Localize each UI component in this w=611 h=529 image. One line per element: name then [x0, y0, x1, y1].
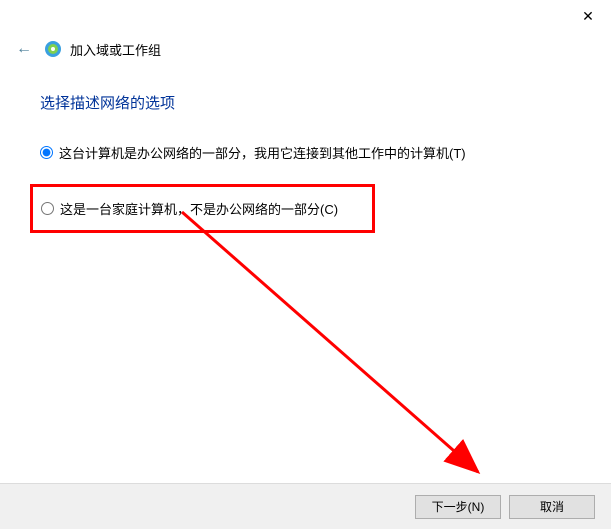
wizard-button-bar: 下一步(N) 取消 [0, 483, 611, 529]
radio-office-input[interactable] [40, 146, 53, 159]
wizard-header: ← 加入域或工作组 [0, 32, 611, 68]
back-button[interactable]: ← [12, 38, 36, 60]
annotation-highlight-box: 这是一台家庭计算机，不是办公网络的一部分(C) [30, 184, 375, 233]
radio-option-home[interactable]: 这是一台家庭计算机，不是办公网络的一部分(C) [41, 197, 364, 220]
radio-home-input[interactable] [41, 202, 54, 215]
radio-option-office[interactable]: 这台计算机是办公网络的一部分，我用它连接到其他工作中的计算机(T) [40, 141, 571, 164]
next-button[interactable]: 下一步(N) [415, 495, 501, 519]
page-heading: 选择描述网络的选项 [40, 92, 571, 113]
radio-office-label: 这台计算机是办公网络的一部分，我用它连接到其他工作中的计算机(T) [59, 143, 466, 162]
wizard-content: 选择描述网络的选项 这台计算机是办公网络的一部分，我用它连接到其他工作中的计算机… [0, 68, 611, 233]
network-type-radio-group: 这台计算机是办公网络的一部分，我用它连接到其他工作中的计算机(T) 这是一台家庭… [40, 141, 571, 233]
close-icon: ✕ [582, 8, 594, 25]
close-button[interactable]: ✕ [565, 0, 611, 32]
network-wizard-icon [44, 40, 62, 58]
window-titlebar: ✕ [0, 0, 611, 32]
radio-home-label: 这是一台家庭计算机，不是办公网络的一部分(C) [60, 199, 338, 218]
cancel-button[interactable]: 取消 [509, 495, 595, 519]
wizard-title: 加入域或工作组 [70, 40, 161, 59]
annotation-arrow [180, 210, 500, 490]
